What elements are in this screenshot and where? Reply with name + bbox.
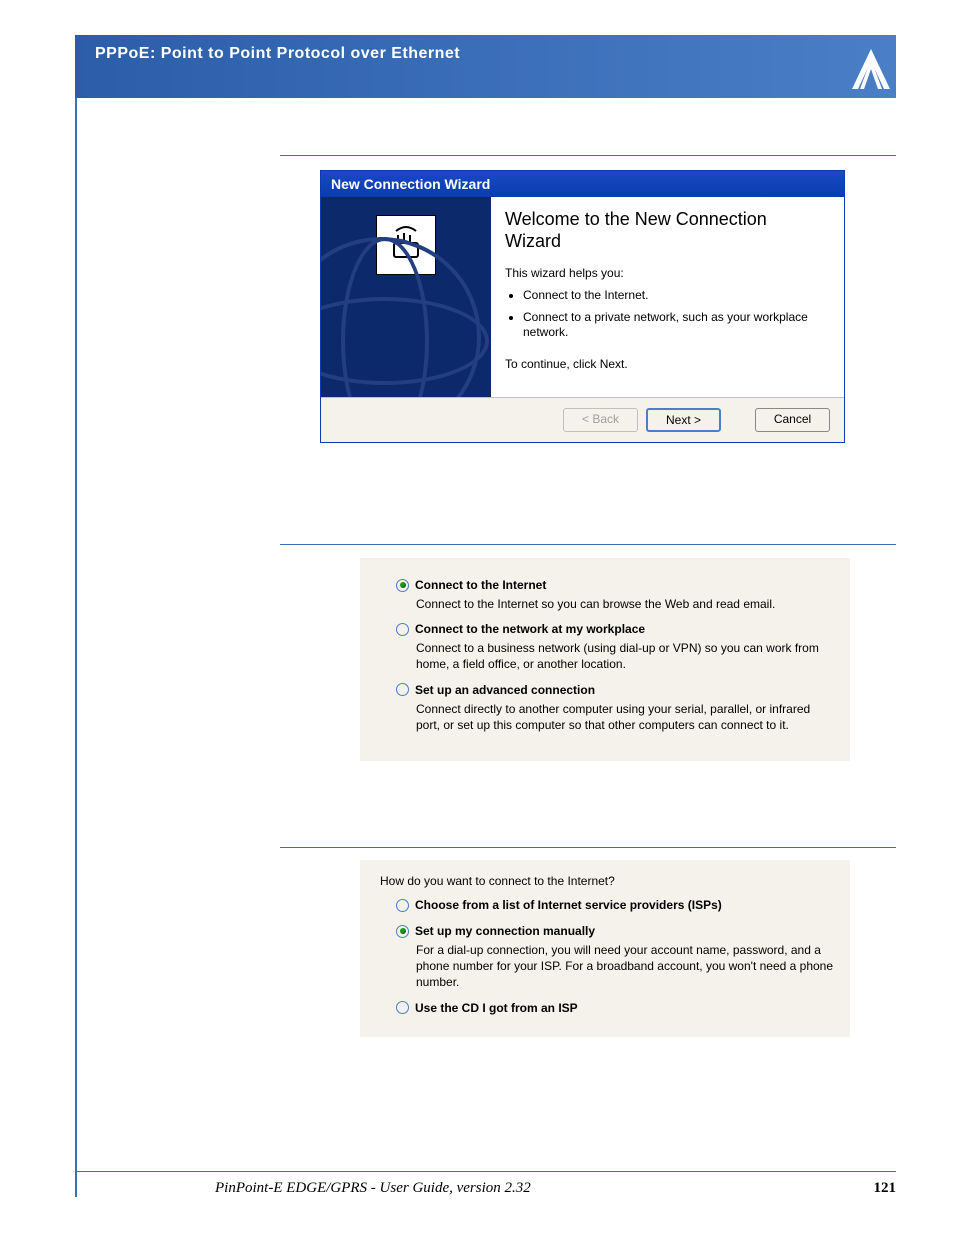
section-divider — [280, 155, 896, 156]
section-divider — [280, 544, 896, 545]
page-header-title: PPPoE: Point to Point Protocol over Ethe… — [95, 45, 460, 63]
radio-label: Set up my connection manually — [415, 924, 595, 938]
page-header: PPPoE: Point to Point Protocol over Ethe… — [75, 35, 896, 98]
wizard-body: Welcome to the New Connection Wizard Thi… — [321, 197, 844, 397]
radio-label: Connect to the Internet — [415, 578, 546, 592]
wizard-globe-graphic — [321, 237, 481, 397]
footer-page-number: 121 — [874, 1180, 897, 1197]
wizard-intro-text: This wizard helps you: — [505, 266, 826, 280]
radio-icon — [396, 623, 409, 636]
radio-label: Use the CD I got from an ISP — [415, 1001, 578, 1015]
wizard-titlebar: New Connection Wizard — [321, 171, 844, 197]
wizard-heading: Welcome to the New Connection Wizard — [505, 209, 826, 252]
next-button[interactable]: Next > — [646, 408, 721, 432]
radio-description: Connect directly to another computer usi… — [416, 701, 834, 733]
new-connection-wizard-dialog: New Connection Wizard Welcome to the New… — [320, 170, 845, 443]
radio-option-connect-internet[interactable]: Connect to the Internet — [396, 578, 834, 592]
wizard-bullet-item: Connect to the Internet. — [523, 288, 826, 304]
page-footer: PinPoint-E EDGE/GPRS - User Guide, versi… — [75, 1171, 896, 1197]
radio-option-manual-setup[interactable]: Set up my connection manually — [396, 924, 834, 938]
radio-icon — [396, 1001, 409, 1014]
wizard-bullet-list: Connect to the Internet. Connect to a pr… — [523, 288, 826, 341]
section-divider — [280, 847, 896, 848]
brand-logo — [846, 45, 896, 93]
radio-description: For a dial-up connection, you will need … — [416, 942, 834, 991]
panel-prompt: How do you want to connect to the Intern… — [376, 874, 834, 888]
back-button[interactable]: < Back — [563, 408, 638, 432]
radio-option-isp-cd[interactable]: Use the CD I got from an ISP — [396, 1001, 834, 1015]
radio-description: Connect to a business network (using dia… — [416, 640, 834, 672]
radio-option-isp-list[interactable]: Choose from a list of Internet service p… — [396, 898, 834, 912]
footer-doc-title: PinPoint-E EDGE/GPRS - User Guide, versi… — [75, 1180, 531, 1197]
radio-icon — [396, 899, 409, 912]
left-vertical-rule — [75, 35, 77, 1197]
radio-icon — [396, 925, 409, 938]
wizard-button-row: < Back Next > Cancel — [321, 397, 844, 442]
radio-option-workplace-network[interactable]: Connect to the network at my workplace — [396, 622, 834, 636]
radio-option-advanced-connection[interactable]: Set up an advanced connection — [396, 683, 834, 697]
radio-label: Choose from a list of Internet service p… — [415, 898, 722, 912]
radio-description: Connect to the Internet so you can brows… — [416, 596, 834, 612]
radio-label: Set up an advanced connection — [415, 683, 595, 697]
wizard-sidebar — [321, 197, 491, 397]
wizard-content: Welcome to the New Connection Wizard Thi… — [491, 197, 844, 397]
cancel-button[interactable]: Cancel — [755, 408, 830, 432]
radio-icon — [396, 579, 409, 592]
connection-method-panel: How do you want to connect to the Intern… — [360, 860, 850, 1037]
wizard-continue-text: To continue, click Next. — [505, 357, 826, 371]
radio-icon — [396, 683, 409, 696]
wizard-bullet-item: Connect to a private network, such as yo… — [523, 310, 826, 341]
connection-type-panel: Connect to the Internet Connect to the I… — [360, 558, 850, 761]
radio-label: Connect to the network at my workplace — [415, 622, 645, 636]
